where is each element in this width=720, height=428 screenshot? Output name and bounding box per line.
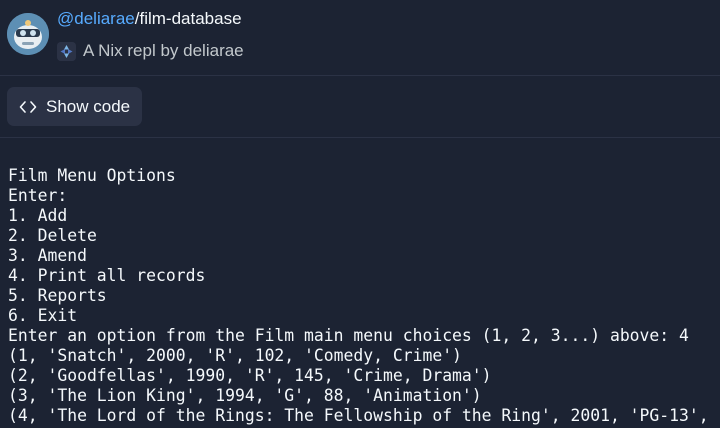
code-brackets-icon: [19, 100, 37, 114]
repl-subtitle-row: A Nix repl by deliarae: [57, 41, 244, 61]
console-line: (4, 'The Lord of the Rings: The Fellowsh…: [8, 406, 709, 425]
console-line: Enter an option from the Film main menu …: [8, 326, 689, 345]
repl-header: @deliarae/film-database A Nix repl by de…: [0, 0, 720, 76]
repl-title: @deliarae/film-database: [57, 9, 242, 29]
repl-description: A Nix repl by deliarae: [83, 41, 244, 60]
console-line: 5. Reports: [8, 286, 107, 305]
console-line: (3, 'The Lion King', 1994, 'G', 88, 'Ani…: [8, 386, 482, 405]
show-code-label: Show code: [46, 96, 131, 116]
console-line: 1. Add: [8, 206, 68, 225]
avatar-icon[interactable]: [7, 13, 49, 55]
console-line: 4. Print all records: [8, 266, 206, 285]
console-output[interactable]: Film Menu Options Enter: 1. Add 2. Delete 3.…: [0, 138, 720, 428]
console-line: (2, 'Goodfellas', 1990, 'R', 145, 'Crime…: [8, 366, 492, 385]
nix-snowflake-icon: [57, 41, 76, 61]
show-code-button[interactable]: Show code: [7, 87, 143, 126]
console-line: (1, 'Snatch', 2000, 'R', 102, 'Comedy, C…: [8, 346, 462, 365]
console-line: 2. Delete: [8, 226, 97, 245]
owner-link[interactable]: @deliarae: [57, 9, 135, 28]
console-line: Enter:: [8, 186, 68, 205]
console-line: 3. Amend: [8, 246, 87, 265]
console-line: 6. Exit: [8, 306, 78, 325]
console-line: Film Menu Options: [8, 166, 176, 185]
repl-name: /film-database: [134, 9, 242, 28]
console-lines: Film Menu Options Enter: 1. Add 2. Delete 3.…: [8, 166, 709, 426]
code-toolbar: Show code: [0, 76, 720, 138]
